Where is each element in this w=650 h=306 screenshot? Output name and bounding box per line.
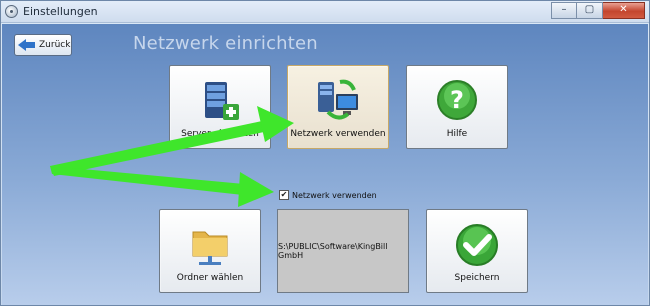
save-label: Speichern <box>454 273 500 283</box>
server-add-icon <box>205 82 239 120</box>
minimize-button[interactable]: – <box>551 2 577 19</box>
window-title: Einstellungen <box>23 5 98 18</box>
use-network-label: Netzwerk verwenden <box>290 129 386 139</box>
app-settings-icon <box>5 5 18 18</box>
network-path-display: S:\PUBLIC\Software\KingBill GmbH <box>277 209 409 293</box>
network-computer-icon <box>318 79 358 120</box>
svg-text:?: ? <box>450 86 464 114</box>
use-network-tile[interactable]: Netzwerk verwenden <box>287 65 389 149</box>
choose-folder-tile[interactable]: Ordner wählen <box>159 209 261 293</box>
arrow-shaft-lower <box>50 166 244 195</box>
page-title: Netzwerk einrichten <box>133 33 318 54</box>
use-network-checkbox[interactable]: ✔ <box>279 190 289 200</box>
arrow-head-lower-icon <box>238 172 274 207</box>
back-arrow-icon <box>18 39 36 51</box>
back-button-label: Zurück <box>39 40 71 50</box>
close-button[interactable]: ✕ <box>603 2 645 19</box>
network-path-value: S:\PUBLIC\Software\KingBill GmbH <box>278 242 388 260</box>
server-setup-tile[interactable]: Server einrichten <box>169 65 271 149</box>
help-tile[interactable]: ? Hilfe <box>406 65 508 149</box>
network-folder-icon <box>192 231 228 265</box>
use-network-checkbox-label: Netzwerk verwenden <box>292 190 377 200</box>
save-tile[interactable]: Speichern <box>426 209 528 293</box>
back-button[interactable]: Zurück <box>14 34 72 56</box>
help-label: Hilfe <box>446 129 468 139</box>
settings-window: Einstellungen – ▢ ✕ Zurück Netzwerk einr… <box>0 0 650 306</box>
title-bar: Einstellungen – ▢ ✕ <box>1 1 649 23</box>
maximize-button[interactable]: ▢ <box>577 2 603 19</box>
choose-folder-label: Ordner wählen <box>176 273 244 283</box>
use-network-option[interactable]: ✔ Netzwerk verwenden <box>279 190 377 200</box>
help-icon: ? <box>437 80 477 120</box>
server-setup-label: Server einrichten <box>181 129 259 139</box>
checkmark-icon <box>456 224 498 266</box>
window-controls: – ▢ ✕ <box>551 2 645 19</box>
client-area: Zurück Netzwerk einrichten Server einric… <box>2 24 648 305</box>
